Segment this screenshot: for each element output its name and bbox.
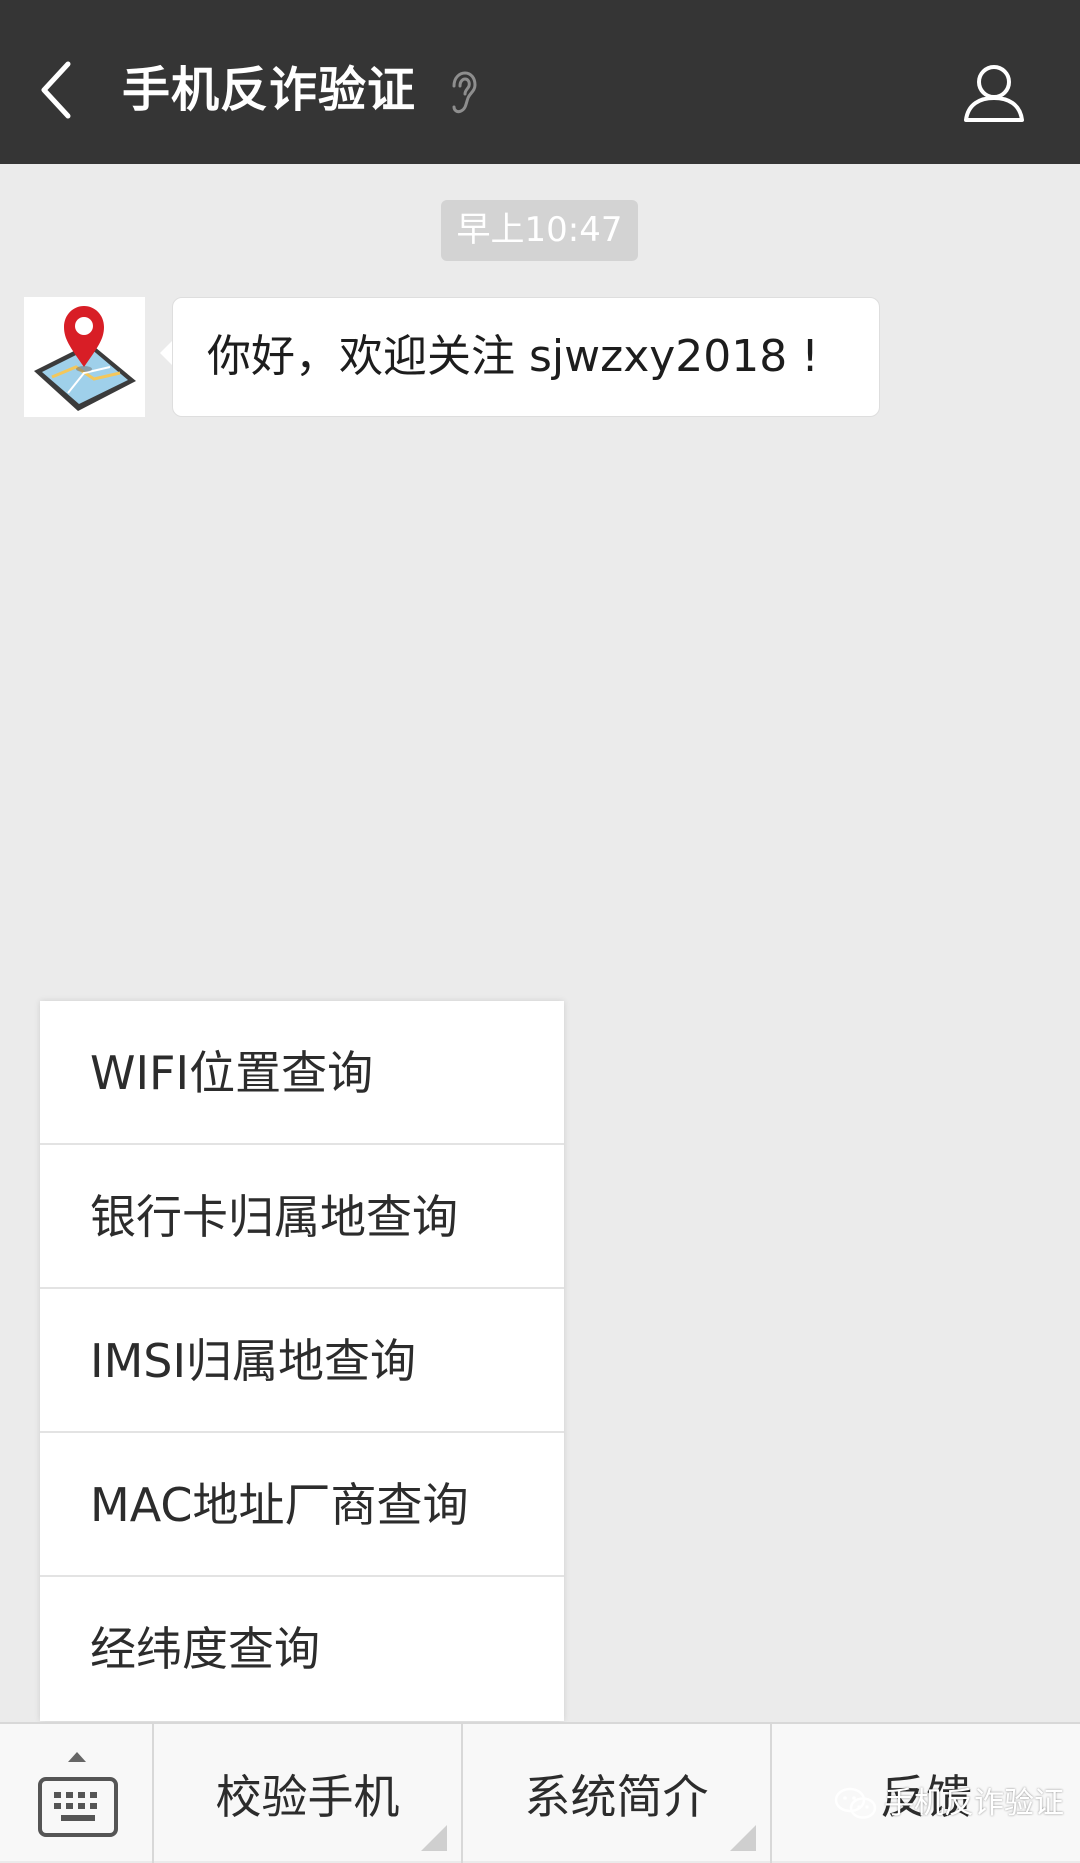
ear-icon [452, 71, 477, 114]
profile-button[interactable] [962, 62, 1026, 124]
menu-item-label: WIFI位置查询 [90, 1046, 374, 1100]
popup-menu: WIFI位置查询 银行卡归属地查询 IMSI归属地查询 MAC地址厂商查询 经纬… [40, 1001, 564, 1721]
tab-label: 系统简介 [524, 1770, 709, 1824]
chevron-left-icon [41, 61, 71, 119]
map-pin-phone-icon [24, 297, 145, 417]
wechat-icon [834, 1787, 877, 1819]
menu-item-lat-long[interactable]: 经纬度查询 [40, 1577, 564, 1719]
menu-item-label: 银行卡归属地查询 [90, 1190, 458, 1244]
tab-label: 校验手机 [215, 1770, 400, 1824]
menu-item-mac-vendor[interactable]: MAC地址厂商查询 [40, 1433, 564, 1577]
message-timestamp: 早上10:47 [441, 200, 638, 261]
menu-item-label: 经纬度查询 [90, 1622, 320, 1676]
keyboard-icon [38, 1777, 118, 1837]
menu-item-wifi-location[interactable]: WIFI位置查询 [40, 1001, 564, 1145]
person-icon [964, 65, 1024, 122]
menu-item-imsi-location[interactable]: IMSI归属地查询 [40, 1289, 564, 1433]
tab-system-intro[interactable]: 系统简介 [463, 1724, 772, 1863]
caret-up-icon [68, 1752, 86, 1762]
keyboard-toggle-button[interactable] [0, 1724, 154, 1863]
tab-verify-phone[interactable]: 校验手机 [154, 1724, 463, 1863]
menu-item-label: IMSI归属地查询 [90, 1334, 417, 1388]
watermark-text: 手机反诈验证 [884, 1786, 1064, 1821]
back-button[interactable] [30, 50, 90, 130]
message-bubble[interactable]: 你好，欢迎关注 sjwzxy2018 ! [172, 297, 880, 417]
avatar[interactable] [24, 297, 145, 417]
chat-title: 手机反诈验证 [122, 62, 417, 118]
submenu-indicator-icon [730, 1825, 756, 1851]
menu-item-bank-card-location[interactable]: 银行卡归属地查询 [40, 1145, 564, 1289]
submenu-indicator-icon [421, 1825, 447, 1851]
menu-item-label: MAC地址厂商查询 [90, 1478, 469, 1532]
message-text: 你好，欢迎关注 sjwzxy2018 ! [207, 331, 819, 382]
top-nav-bar: 手机反诈验证 [0, 0, 1080, 164]
